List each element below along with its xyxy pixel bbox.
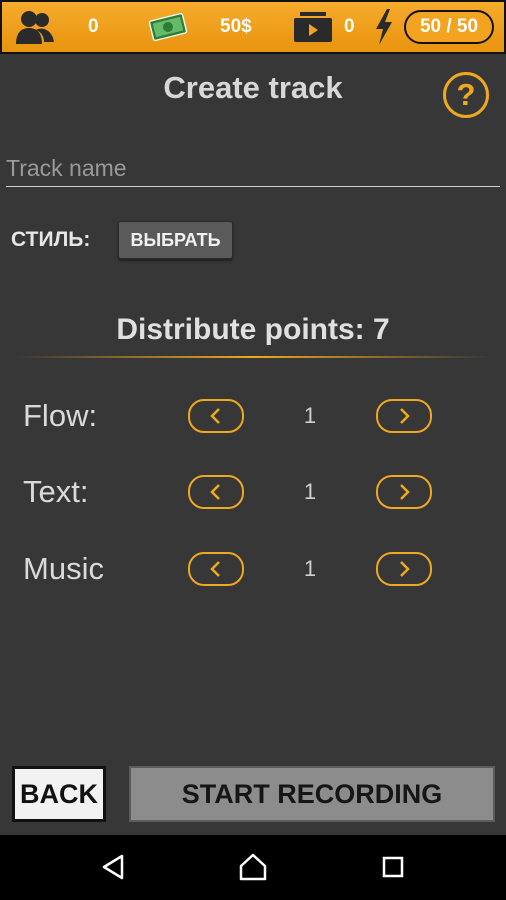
stat-value: 1: [303, 556, 317, 581]
stat-label: Flow:: [23, 398, 98, 433]
fans-count: 0: [88, 16, 99, 37]
top-status-bar: 0 50$ 0 50 / 50: [0, 0, 506, 54]
money-amount: 50$: [220, 16, 252, 37]
system-nav-bar: [0, 835, 506, 900]
text-decrease-button[interactable]: [188, 475, 244, 509]
choose-style-button[interactable]: ВЫБРАТЬ: [118, 221, 233, 259]
text-increase-button[interactable]: [376, 475, 432, 509]
people-icon: [14, 2, 56, 52]
video-count: 0: [344, 16, 355, 37]
stat-value: 1: [303, 479, 317, 504]
lightning-icon: [373, 2, 395, 52]
flow-increase-button[interactable]: [376, 399, 432, 433]
points-heading: Distribute points: 7: [116, 313, 390, 346]
stat-row-flow: Flow: 1: [0, 396, 506, 436]
start-recording-button[interactable]: START RECORDING: [129, 766, 495, 822]
track-name-input[interactable]: [6, 150, 500, 187]
video-icon: [292, 2, 334, 52]
help-icon[interactable]: ?: [443, 72, 489, 118]
chevron-right-icon: [400, 561, 410, 577]
cash-icon: [148, 2, 188, 52]
divider: [15, 356, 491, 358]
music-decrease-button[interactable]: [188, 552, 244, 586]
chevron-left-icon: [210, 408, 220, 424]
chevron-left-icon: [210, 484, 220, 500]
nav-back-icon[interactable]: [95, 849, 131, 885]
stat-row-text: Text: 1: [0, 472, 506, 512]
stat-row-music: Music 1: [0, 549, 506, 589]
back-button[interactable]: BACK: [12, 766, 106, 822]
nav-recents-icon[interactable]: [375, 849, 411, 885]
stat-value: 1: [303, 403, 317, 428]
chevron-right-icon: [400, 484, 410, 500]
energy-counter: 50 / 50: [404, 10, 494, 44]
nav-home-icon[interactable]: [235, 849, 271, 885]
style-label: СТИЛЬ:: [11, 228, 91, 251]
flow-decrease-button[interactable]: [188, 399, 244, 433]
stat-label: Text:: [23, 474, 89, 509]
chevron-left-icon: [210, 561, 220, 577]
stat-label: Music: [23, 551, 104, 586]
chevron-right-icon: [400, 408, 410, 424]
music-increase-button[interactable]: [376, 552, 432, 586]
page-title: Create track: [163, 70, 343, 105]
